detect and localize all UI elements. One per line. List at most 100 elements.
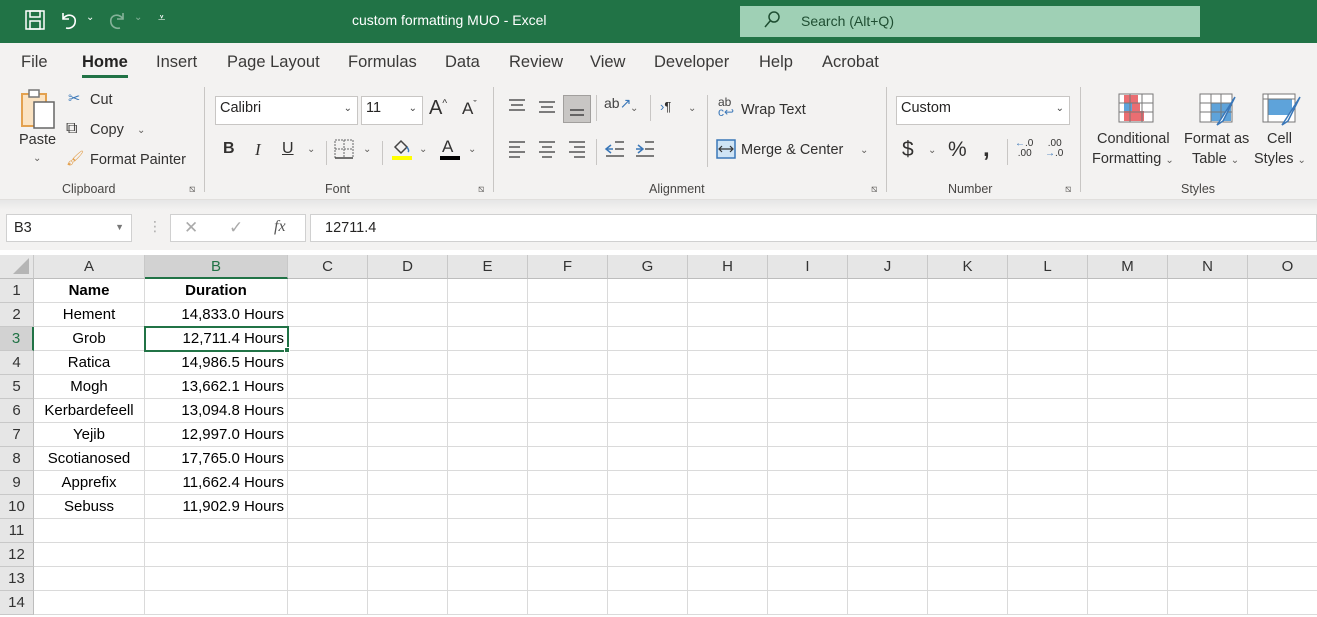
cell-a3[interactable]: Grob: [34, 327, 145, 351]
cell-i2[interactable]: [768, 303, 848, 327]
cell-o5[interactable]: [1248, 375, 1317, 399]
cell-h14[interactable]: [688, 591, 768, 615]
tab-help[interactable]: Help: [759, 53, 793, 72]
cell-b13[interactable]: [145, 567, 288, 591]
copy-button[interactable]: Copy: [90, 122, 124, 138]
cell-styles-button-line2[interactable]: Styles ⌄: [1254, 151, 1306, 167]
cell-m9[interactable]: [1088, 471, 1168, 495]
cell-l12[interactable]: [1008, 543, 1088, 567]
cell-n4[interactable]: [1168, 351, 1248, 375]
cell-b10[interactable]: 11,902.9 Hours: [145, 495, 288, 519]
currency-button[interactable]: $: [902, 138, 914, 162]
cell-n13[interactable]: [1168, 567, 1248, 591]
cell-e9[interactable]: [448, 471, 528, 495]
cell-h1[interactable]: [688, 279, 768, 303]
cell-g9[interactable]: [608, 471, 688, 495]
cell-h2[interactable]: [688, 303, 768, 327]
cell-j5[interactable]: [848, 375, 928, 399]
cell-a10[interactable]: Sebuss: [34, 495, 145, 519]
tab-view[interactable]: View: [590, 53, 625, 72]
cell-o6[interactable]: [1248, 399, 1317, 423]
cell-g4[interactable]: [608, 351, 688, 375]
format-as-table-button[interactable]: Format as: [1184, 131, 1249, 147]
cell-f13[interactable]: [528, 567, 608, 591]
cell-styles-button[interactable]: Cell: [1267, 131, 1292, 147]
cell-g14[interactable]: [608, 591, 688, 615]
cell-f12[interactable]: [528, 543, 608, 567]
fill-color-dropdown-icon[interactable]: ⌄: [419, 144, 427, 155]
merge-center-dropdown-icon[interactable]: ⌄: [860, 145, 868, 156]
cell-l9[interactable]: [1008, 471, 1088, 495]
cell-n5[interactable]: [1168, 375, 1248, 399]
cell-j9[interactable]: [848, 471, 928, 495]
cell-a6[interactable]: Kerbardefeell: [34, 399, 145, 423]
wrap-text-button[interactable]: Wrap Text: [741, 102, 806, 118]
comma-style-button[interactable]: ,: [983, 135, 990, 163]
cell-e10[interactable]: [448, 495, 528, 519]
cell-o7[interactable]: [1248, 423, 1317, 447]
cell-h6[interactable]: [688, 399, 768, 423]
cell-e6[interactable]: [448, 399, 528, 423]
format-as-table-button-line2[interactable]: Table ⌄: [1192, 151, 1239, 167]
cell-l3[interactable]: [1008, 327, 1088, 351]
column-header-e[interactable]: E: [448, 255, 528, 279]
cell-i5[interactable]: [768, 375, 848, 399]
cell-c14[interactable]: [288, 591, 368, 615]
cell-c2[interactable]: [288, 303, 368, 327]
cell-l2[interactable]: [1008, 303, 1088, 327]
font-size-select[interactable]: 11 ⌄: [361, 96, 423, 125]
font-name-select[interactable]: Calibri ⌄: [215, 96, 358, 125]
cell-d12[interactable]: [368, 543, 448, 567]
cell-j1[interactable]: [848, 279, 928, 303]
cell-i4[interactable]: [768, 351, 848, 375]
cell-g6[interactable]: [608, 399, 688, 423]
cell-g11[interactable]: [608, 519, 688, 543]
cell-m13[interactable]: [1088, 567, 1168, 591]
cell-o14[interactable]: [1248, 591, 1317, 615]
cell-m7[interactable]: [1088, 423, 1168, 447]
row-header-3[interactable]: 3: [0, 327, 34, 351]
cell-e13[interactable]: [448, 567, 528, 591]
cell-n1[interactable]: [1168, 279, 1248, 303]
cell-n11[interactable]: [1168, 519, 1248, 543]
formula-input[interactable]: 12711.4: [310, 214, 1317, 242]
search-box[interactable]: Search (Alt+Q): [740, 6, 1200, 37]
cell-h9[interactable]: [688, 471, 768, 495]
cell-o3[interactable]: [1248, 327, 1317, 351]
cell-g13[interactable]: [608, 567, 688, 591]
cell-n3[interactable]: [1168, 327, 1248, 351]
cell-n14[interactable]: [1168, 591, 1248, 615]
cell-f8[interactable]: [528, 447, 608, 471]
cell-i1[interactable]: [768, 279, 848, 303]
cell-j2[interactable]: [848, 303, 928, 327]
cell-k11[interactable]: [928, 519, 1008, 543]
cell-j14[interactable]: [848, 591, 928, 615]
cell-k6[interactable]: [928, 399, 1008, 423]
cell-c4[interactable]: [288, 351, 368, 375]
cell-a5[interactable]: Mogh: [34, 375, 145, 399]
cell-j10[interactable]: [848, 495, 928, 519]
cell-c11[interactable]: [288, 519, 368, 543]
cell-b11[interactable]: [145, 519, 288, 543]
row-header-10[interactable]: 10: [0, 495, 34, 519]
cancel-icon[interactable]: ✕: [184, 218, 198, 238]
cell-f3[interactable]: [528, 327, 608, 351]
font-launcher-icon[interactable]: ⧅: [478, 184, 484, 195]
column-header-l[interactable]: L: [1008, 255, 1088, 279]
cell-c7[interactable]: [288, 423, 368, 447]
cell-a13[interactable]: [34, 567, 145, 591]
alignment-launcher-icon[interactable]: ⧅: [871, 184, 877, 195]
fill-color-icon[interactable]: [391, 137, 413, 166]
cell-e3[interactable]: [448, 327, 528, 351]
cell-a12[interactable]: [34, 543, 145, 567]
cell-j11[interactable]: [848, 519, 928, 543]
column-header-d[interactable]: D: [368, 255, 448, 279]
column-header-c[interactable]: C: [288, 255, 368, 279]
tab-file[interactable]: File: [21, 53, 48, 72]
cell-c13[interactable]: [288, 567, 368, 591]
cell-e7[interactable]: [448, 423, 528, 447]
cell-a11[interactable]: [34, 519, 145, 543]
cell-g8[interactable]: [608, 447, 688, 471]
cell-m8[interactable]: [1088, 447, 1168, 471]
row-header-14[interactable]: 14: [0, 591, 34, 615]
